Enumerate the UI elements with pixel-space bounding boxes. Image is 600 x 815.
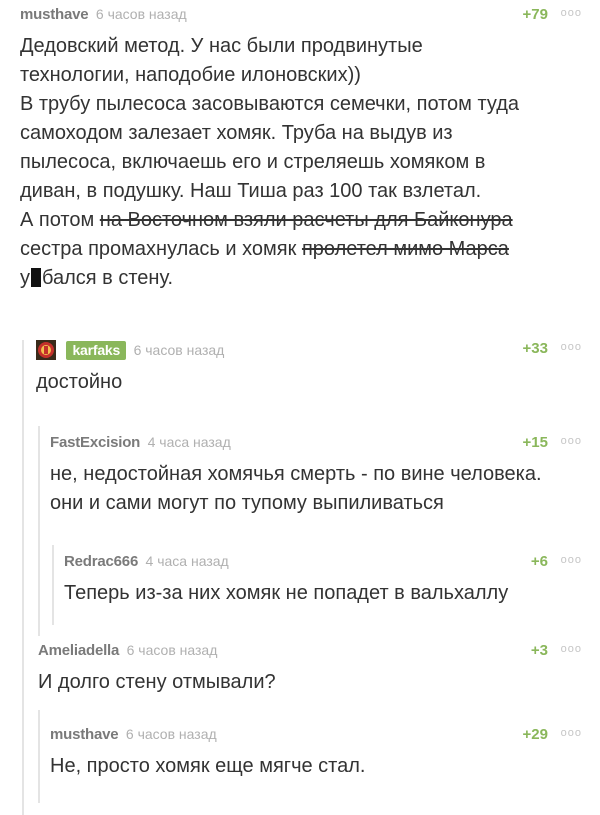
text-line: пылесоса, включаешь его и стреляешь хомя… xyxy=(20,151,486,173)
comment-header: Ameliadella 6 часов назад +3 ooo xyxy=(38,642,582,664)
comment-time[interactable]: 6 часов назад xyxy=(96,6,187,22)
comment-text: Теперь из-за них хомяк не попадет в валь… xyxy=(64,582,509,604)
more-options-icon[interactable]: ooo xyxy=(561,727,582,739)
avatar[interactable] xyxy=(36,340,56,360)
comment-time[interactable]: 6 часов назад xyxy=(127,642,218,658)
text-line: не, недостойная хомячья смерть - по вине… xyxy=(50,463,542,485)
comment-text: Дедовский метод. У нас были продвинутые … xyxy=(20,32,582,293)
comment-text: не, недостойная хомячья смерть - по вине… xyxy=(50,460,582,518)
comment-rating: +6 xyxy=(530,553,548,570)
comment-author[interactable]: musthave xyxy=(20,6,89,23)
comment-author[interactable]: FastExcision xyxy=(50,434,140,451)
text-line: диван, в подушку. Наш Тиша раз 100 так в… xyxy=(20,180,482,202)
comment-rating: +33 xyxy=(522,340,548,357)
comment-time[interactable]: 4 часа назад xyxy=(146,553,229,569)
text-line: технологии, наподобие илоновских)) xyxy=(20,64,361,86)
more-options-icon[interactable]: ooo xyxy=(561,554,582,566)
comment-time[interactable]: 6 часов назад xyxy=(126,726,217,742)
comment-body: karfaks 6 часов назад +33 ooo достойно xyxy=(22,340,582,397)
text-fragment: у xyxy=(20,267,30,289)
thread-line[interactable] xyxy=(52,545,54,625)
thread-line[interactable] xyxy=(38,426,40,636)
comment-author[interactable]: Redrac666 xyxy=(64,553,138,570)
censor-block xyxy=(31,268,41,287)
comment-header: musthave 6 часов назад +79 ooo xyxy=(20,6,582,28)
comment-text: достойно xyxy=(36,371,123,393)
text-line: В трубу пылесоса засовываются семечки, п… xyxy=(20,93,520,115)
text-line: самоходом залезает хомяк. Труба на выдув… xyxy=(20,122,453,144)
more-options-icon[interactable]: ooo xyxy=(561,7,582,19)
comment-author[interactable]: Ameliadella xyxy=(38,642,119,659)
comment-header: karfaks 6 часов назад +33 ooo xyxy=(36,340,582,366)
comment-rating: +15 xyxy=(522,434,548,451)
comment-body: Redrac666 4 часа назад +6 ooo Теперь из-… xyxy=(52,553,582,608)
comment-reply: musthave 6 часов назад +29 ooo Не, прост… xyxy=(38,710,582,803)
text-line: А потом xyxy=(20,209,100,231)
comment-reply: Redrac666 4 часа назад +6 ooo Теперь из-… xyxy=(52,545,582,625)
more-options-icon[interactable]: ooo xyxy=(561,643,582,655)
strikethrough-text: на Восточном взяли расчеты для Байконура xyxy=(99,209,513,231)
strikethrough-text: пролетел мимо Марса xyxy=(301,238,509,260)
comment-rating: +79 xyxy=(522,6,548,23)
more-options-icon[interactable]: ooo xyxy=(561,435,582,447)
comment-body: musthave 6 часов назад +29 ooo Не, прост… xyxy=(38,726,582,781)
text-line: они и сами могут по тупому выпиливаться xyxy=(50,492,444,514)
comment-header: Redrac666 4 часа назад +6 ooo xyxy=(64,553,582,575)
text-fragment: бался в стену. xyxy=(42,267,174,289)
comment: musthave 6 часов назад +79 ooo Дедовский… xyxy=(20,6,582,293)
comment-header: FastExcision 4 часа назад +15 ooo xyxy=(50,434,582,456)
comment-text: И долго стену отмывали? xyxy=(38,671,276,693)
text-line: сестра промахнулась и хомяк xyxy=(20,238,302,260)
comment-time[interactable]: 4 часа назад xyxy=(148,434,231,450)
comment-author[interactable]: karfaks xyxy=(66,341,127,360)
comment-rating: +3 xyxy=(530,642,548,659)
thread-line[interactable] xyxy=(22,340,24,815)
comment-author[interactable]: musthave xyxy=(50,726,119,743)
text-line: Дедовский метод. У нас были продвинутые xyxy=(20,35,423,57)
comment-header: musthave 6 часов назад +29 ooo xyxy=(50,726,582,748)
more-options-icon[interactable]: ooo xyxy=(561,341,582,353)
comment-time[interactable]: 6 часов назад xyxy=(134,342,225,358)
comment-rating: +29 xyxy=(522,726,548,743)
comment-body: FastExcision 4 часа назад +15 ooo не, не… xyxy=(38,434,582,518)
comment-text: Не, просто хомяк еще мягче стал. xyxy=(50,755,366,777)
thread-line[interactable] xyxy=(38,710,40,803)
avatar-icon xyxy=(36,340,56,360)
